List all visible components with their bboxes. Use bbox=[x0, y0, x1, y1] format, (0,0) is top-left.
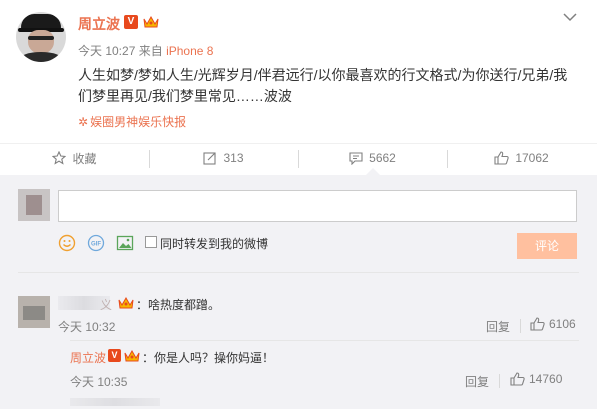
post-source[interactable]: ✲ 娱圈男神娱乐快报 bbox=[78, 113, 186, 130]
star-icon bbox=[52, 151, 67, 165]
post-text: 人生如梦/梦如人生/光辉岁月/伴君远行/以你最喜欢的行文格式/为你送行/兄弟/我… bbox=[78, 67, 568, 104]
commenter-name[interactable]: 义 bbox=[100, 296, 112, 313]
post-time[interactable]: 今天 10:27 bbox=[78, 44, 135, 58]
emoji-icon[interactable] bbox=[58, 234, 76, 252]
reply-like-button[interactable]: 14760 bbox=[510, 372, 562, 386]
comment-text: ：啥热度都蹭。 bbox=[136, 298, 221, 312]
comment-pointer bbox=[366, 168, 380, 175]
comment-input[interactable] bbox=[58, 190, 577, 222]
thumbs-up-icon bbox=[494, 151, 509, 165]
repost-count: 313 bbox=[223, 151, 244, 165]
current-user-avatar bbox=[18, 189, 50, 221]
reply-section-divider bbox=[70, 340, 579, 341]
post-meta: 今天 10:27 来自 iPhone 8 bbox=[78, 42, 213, 59]
chevron-down-icon[interactable] bbox=[563, 12, 577, 22]
section-divider bbox=[18, 272, 579, 273]
reply-author-name[interactable]: 周立波 bbox=[70, 349, 106, 366]
favorite-button[interactable]: 收藏 bbox=[0, 144, 149, 172]
comment-like-button[interactable]: 6106 bbox=[530, 317, 576, 331]
svg-text:GIF: GIF bbox=[91, 242, 101, 248]
reply-button[interactable]: 回复 bbox=[486, 318, 510, 335]
repost-button[interactable]: 313 bbox=[149, 144, 298, 172]
comment-count: 5662 bbox=[369, 151, 396, 165]
favorite-label: 收藏 bbox=[72, 151, 97, 166]
post-device[interactable]: iPhone 8 bbox=[166, 44, 213, 58]
next-item-redacted bbox=[70, 398, 160, 406]
like-count: 17062 bbox=[515, 151, 549, 165]
comment-like-count: 6106 bbox=[549, 317, 576, 331]
image-icon[interactable] bbox=[116, 234, 134, 252]
comment-time: 今天 10:32 bbox=[58, 320, 116, 334]
reply-text: ：你是人吗？操你妈逼！ bbox=[142, 351, 275, 365]
verified-badge-icon: V bbox=[108, 349, 121, 362]
thumbs-up-icon bbox=[510, 372, 525, 386]
member-crown-icon bbox=[124, 349, 140, 362]
post-source-label[interactable]: 娱圈男神娱乐快报 bbox=[90, 115, 186, 129]
from-label: 来自 bbox=[138, 44, 163, 58]
reply-divider bbox=[520, 319, 521, 333]
gif-icon[interactable]: GIF bbox=[87, 234, 105, 252]
reply-time: 今天 10:35 bbox=[70, 375, 128, 389]
like-button[interactable]: 17062 bbox=[447, 144, 596, 172]
submit-comment-button[interactable]: 评论 bbox=[517, 233, 577, 259]
action-bar: 收藏 313 5662 17062 bbox=[0, 143, 597, 173]
commenter-avatar[interactable] bbox=[18, 296, 50, 328]
member-crown-icon bbox=[118, 296, 134, 309]
post-author-name[interactable]: 周立波 bbox=[78, 14, 120, 34]
reply-divider bbox=[499, 374, 500, 388]
member-crown-icon bbox=[143, 15, 159, 28]
thumbs-up-icon bbox=[530, 317, 545, 331]
comment-icon bbox=[349, 152, 363, 165]
sparkle-icon: ✲ bbox=[78, 115, 89, 129]
repost-icon bbox=[203, 152, 217, 165]
forward-label: 同时转发到我的微博 bbox=[160, 237, 269, 251]
verified-badge-icon: V bbox=[124, 15, 138, 29]
reply-button[interactable]: 回复 bbox=[465, 373, 489, 390]
reply-like-count: 14760 bbox=[529, 372, 563, 386]
post-author-avatar[interactable] bbox=[16, 12, 66, 62]
forward-checkbox[interactable] bbox=[145, 236, 157, 248]
